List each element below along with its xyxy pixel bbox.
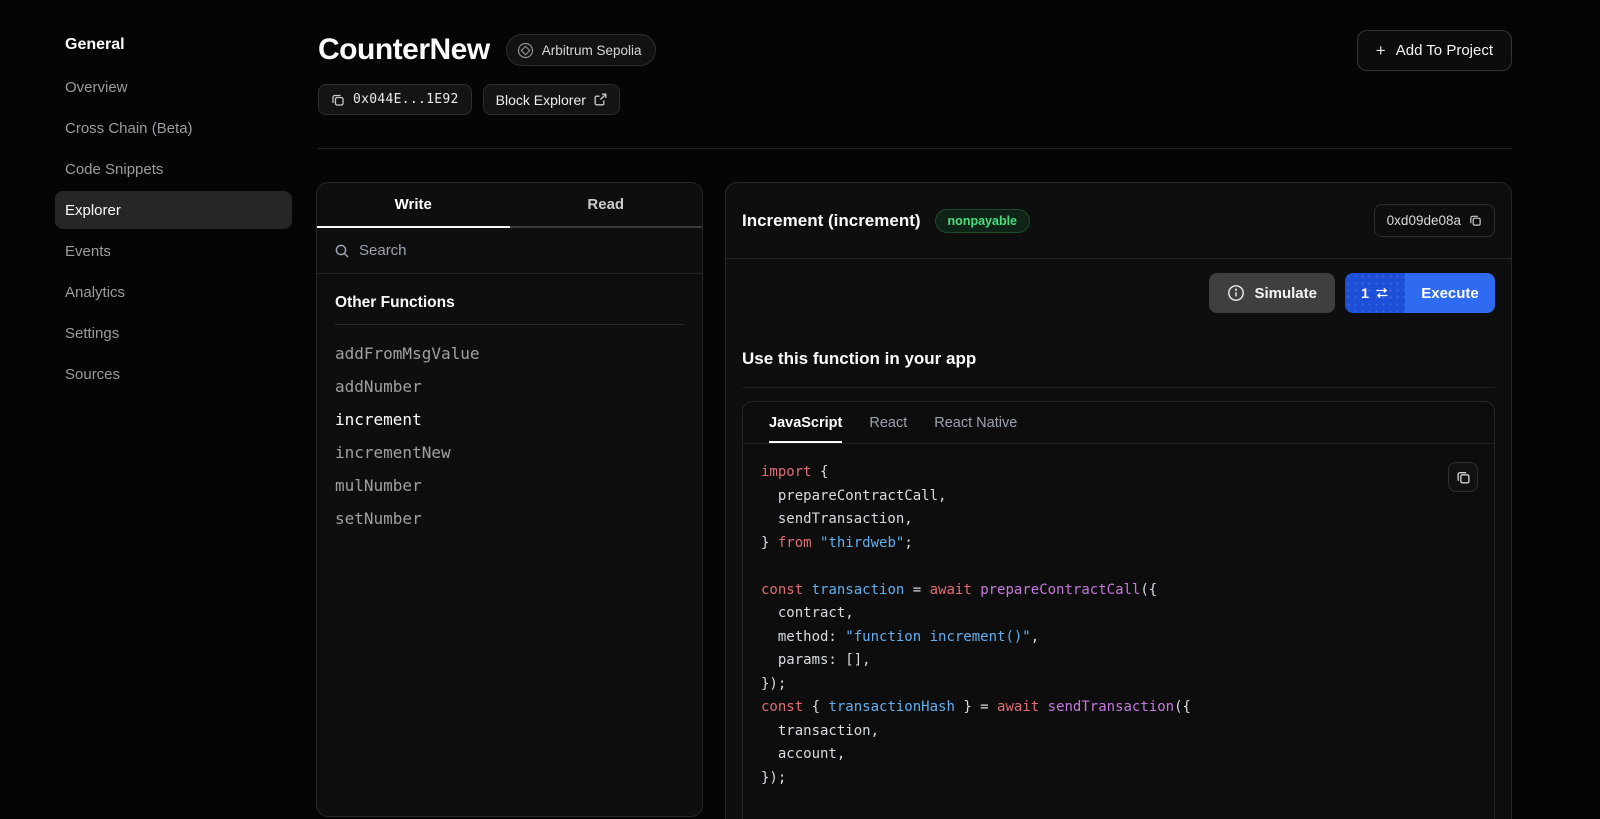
function-item-increment[interactable]: increment — [335, 403, 684, 436]
copy-icon — [1456, 470, 1471, 485]
function-selector-chip[interactable]: 0xd09de08a — [1374, 204, 1495, 237]
search-input[interactable] — [359, 242, 685, 259]
function-search-row — [317, 228, 702, 274]
network-badge-label: Arbitrum Sepolia — [542, 43, 642, 58]
copy-icon — [331, 93, 345, 107]
network-icon — [517, 42, 534, 59]
header-divider — [318, 148, 1512, 149]
sidebar-item-events[interactable]: Events — [55, 232, 292, 270]
add-to-project-button[interactable]: + Add To Project — [1357, 30, 1512, 71]
execute-count-button[interactable]: 1 — [1345, 273, 1405, 313]
code-tab-react[interactable]: React — [869, 402, 907, 443]
execute-button-group: 1 Execute — [1345, 273, 1495, 313]
code-line: params: [], — [761, 649, 1476, 673]
sidebar: General OverviewCross Chain (Beta)Code S… — [55, 0, 292, 396]
add-to-project-label: Add To Project — [1396, 42, 1493, 59]
simulate-label: Simulate — [1254, 285, 1317, 302]
function-list: addFromMsgValueaddNumberincrementincreme… — [335, 337, 684, 535]
code-tab-javascript[interactable]: JavaScript — [769, 402, 842, 443]
code-line: method: "function increment()", — [761, 626, 1476, 650]
tab-write[interactable]: Write — [317, 183, 510, 226]
external-link-icon — [594, 93, 607, 106]
code-line: transaction, — [761, 720, 1476, 744]
code-line: }); — [761, 673, 1476, 697]
contract-meta-row: 0x044E...1E92 Block Explorer — [318, 84, 620, 115]
execute-count: 1 — [1361, 285, 1369, 301]
sidebar-item-cross-chain-beta[interactable]: Cross Chain (Beta) — [55, 109, 292, 147]
function-item-addnumber[interactable]: addNumber — [335, 370, 684, 403]
code-line: import { — [761, 461, 1476, 485]
code-line: }); — [761, 767, 1476, 791]
function-item-addfrommsgvalue[interactable]: addFromMsgValue — [335, 337, 684, 370]
function-detail-header: Increment (increment) nonpayable 0xd09de… — [726, 183, 1511, 259]
block-explorer-label: Block Explorer — [496, 92, 586, 108]
network-badge[interactable]: Arbitrum Sepolia — [506, 34, 657, 66]
code-line: sendTransaction, — [761, 508, 1476, 532]
sidebar-item-sources[interactable]: Sources — [55, 355, 292, 393]
sidebar-nav: OverviewCross Chain (Beta)Code SnippetsE… — [55, 68, 292, 393]
function-item-incrementnew[interactable]: incrementNew — [335, 436, 684, 469]
code-language-tabs: JavaScript React React Native — [743, 402, 1494, 444]
function-item-mulnumber[interactable]: mulNumber — [335, 469, 684, 502]
code-line — [761, 555, 1476, 579]
functions-panel: WriteRead Other Functions addFromMsgValu… — [316, 182, 703, 817]
actions-row: Simulate 1 Execute — [742, 273, 1495, 313]
read-write-tabs: WriteRead — [317, 183, 702, 228]
simulate-button[interactable]: Simulate — [1209, 273, 1335, 313]
function-item-setnumber[interactable]: setNumber — [335, 502, 684, 535]
sidebar-item-explorer[interactable]: Explorer — [55, 191, 292, 229]
contract-header: CounterNew Arbitrum Sepolia + Add To Pro… — [318, 28, 1512, 72]
swap-arrows-icon — [1375, 287, 1389, 299]
code-line: prepareContractCall, — [761, 485, 1476, 509]
execute-button[interactable]: Execute — [1405, 273, 1495, 313]
usage-divider — [742, 387, 1495, 388]
code-line: const transaction = await prepareContrac… — [761, 579, 1476, 603]
sidebar-item-settings[interactable]: Settings — [55, 314, 292, 352]
contract-address: 0x044E...1E92 — [353, 92, 459, 107]
sidebar-item-code-snippets[interactable]: Code Snippets — [55, 150, 292, 188]
usage-title: Use this function in your app — [742, 349, 1495, 369]
sidebar-item-overview[interactable]: Overview — [55, 68, 292, 106]
function-selector: 0xd09de08a — [1387, 213, 1461, 228]
main-content: CounterNew Arbitrum Sepolia + Add To Pro… — [318, 0, 1512, 819]
other-functions-title: Other Functions — [335, 294, 684, 325]
contract-address-chip[interactable]: 0x044E...1E92 — [318, 84, 472, 115]
code-line: contract, — [761, 602, 1476, 626]
plus-icon: + — [1376, 42, 1386, 59]
page-title: CounterNew — [318, 33, 490, 67]
block-explorer-button[interactable]: Block Explorer — [483, 84, 620, 115]
search-icon — [334, 243, 350, 259]
tab-read[interactable]: Read — [510, 183, 703, 226]
execute-label: Execute — [1421, 285, 1479, 302]
code-line: account, — [761, 743, 1476, 767]
function-detail-body: Simulate 1 Execute — [726, 273, 1511, 819]
code-block: import { prepareContractCall, sendTransa… — [743, 444, 1494, 807]
sidebar-heading: General — [55, 0, 292, 68]
mutability-badge: nonpayable — [935, 209, 1030, 233]
code-card: JavaScript React React Native import { pre… — [742, 401, 1495, 819]
function-detail-panel: Increment (increment) nonpayable 0xd09de… — [725, 182, 1512, 819]
code-line: const { transactionHash } = await sendTr… — [761, 696, 1476, 720]
other-functions-section: Other Functions addFromMsgValueaddNumber… — [317, 274, 702, 555]
info-icon — [1227, 284, 1245, 302]
copy-icon — [1469, 214, 1482, 227]
copy-code-button[interactable] — [1448, 462, 1478, 492]
code-line: } from "thirdweb"; — [761, 532, 1476, 556]
code-tab-react-native[interactable]: React Native — [934, 402, 1017, 443]
sidebar-item-analytics[interactable]: Analytics — [55, 273, 292, 311]
function-title: Increment (increment) — [742, 211, 921, 231]
